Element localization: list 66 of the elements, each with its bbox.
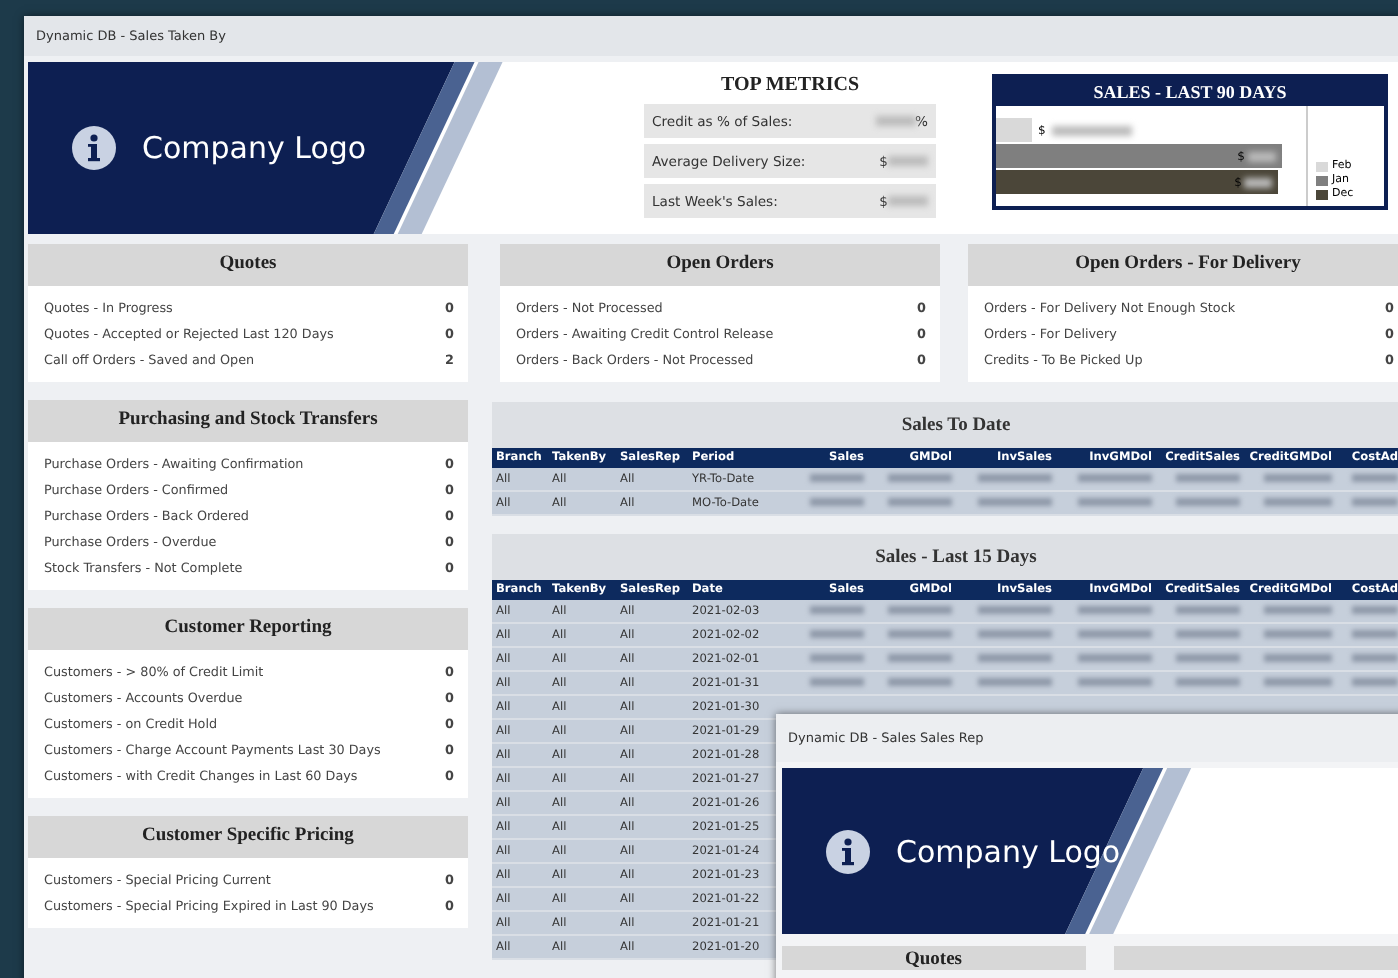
company-logo-text: Company Logo <box>896 833 1121 869</box>
blurred-value <box>978 497 1052 505</box>
blurred-value <box>1351 497 1398 505</box>
card-header: Open Orders <box>500 244 940 286</box>
blurred-value <box>809 677 864 685</box>
metrics-title: TOP METRICS <box>719 74 861 96</box>
info-icon <box>826 829 870 873</box>
card-header: Quotes <box>782 946 1085 970</box>
blurred-value <box>1078 605 1152 613</box>
legend-swatch <box>1316 161 1328 171</box>
blurred-value <box>809 629 864 637</box>
blurred-value <box>1351 653 1398 661</box>
blurred-value <box>888 677 952 685</box>
blurred-value <box>1247 151 1275 161</box>
blurred-value <box>1351 629 1398 637</box>
blurred-value <box>888 196 928 206</box>
blurred-value <box>888 473 952 481</box>
blurred-value <box>1078 497 1152 505</box>
chart-title: SALES - LAST 90 DAYS <box>996 78 1384 106</box>
blurred-value <box>1351 605 1398 613</box>
blurred-value <box>1176 473 1240 481</box>
blurred-value <box>1264 653 1332 661</box>
table-title: Sales To Date <box>899 414 1013 440</box>
blurred-value <box>1264 605 1332 613</box>
blurred-value <box>978 473 1052 481</box>
blurred-value <box>1078 653 1152 661</box>
blurred-value <box>978 653 1052 661</box>
blurred-value <box>888 653 952 661</box>
card-header: Open Orders - For Delivery <box>968 244 1398 286</box>
blurred-value <box>1264 473 1332 481</box>
blurred-value <box>1264 497 1332 505</box>
company-logo-text: Company Logo <box>142 130 367 166</box>
table-title: Sales - Last 15 Days <box>873 546 1039 572</box>
card-header: Quotes <box>28 244 468 286</box>
blurred-value <box>888 156 928 166</box>
blurred-value <box>1176 629 1240 637</box>
blurred-value <box>875 116 916 126</box>
blurred-value <box>809 497 864 505</box>
blurred-value <box>978 605 1052 613</box>
blurred-value <box>809 653 864 661</box>
card-header: Customer Reporting <box>28 608 468 650</box>
blurred-value <box>888 629 952 637</box>
blurred-value <box>1351 677 1398 685</box>
legend-swatch <box>1316 175 1328 185</box>
blurred-value <box>1176 653 1240 661</box>
blurred-value <box>1351 473 1398 481</box>
blurred-value <box>1051 125 1132 135</box>
card-header: Customer Specific Pricing <box>28 816 468 858</box>
blurred-value <box>1078 677 1152 685</box>
blurred-value <box>888 497 952 505</box>
blurred-value <box>1176 605 1240 613</box>
blurred-value <box>1078 629 1152 637</box>
blurred-value <box>1176 497 1240 505</box>
blurred-value <box>1078 473 1152 481</box>
card-header: Purchasing and Stock Transfers <box>28 400 468 442</box>
legend-swatch <box>1316 189 1328 199</box>
blurred-value <box>1176 677 1240 685</box>
blurred-value <box>978 629 1052 637</box>
blurred-value <box>1244 177 1272 187</box>
blurred-value <box>809 605 864 613</box>
blurred-value <box>978 677 1052 685</box>
info-icon <box>72 126 116 170</box>
blurred-value <box>1264 629 1332 637</box>
blurred-value <box>888 605 952 613</box>
blurred-value <box>809 473 864 481</box>
blurred-value <box>1264 677 1332 685</box>
